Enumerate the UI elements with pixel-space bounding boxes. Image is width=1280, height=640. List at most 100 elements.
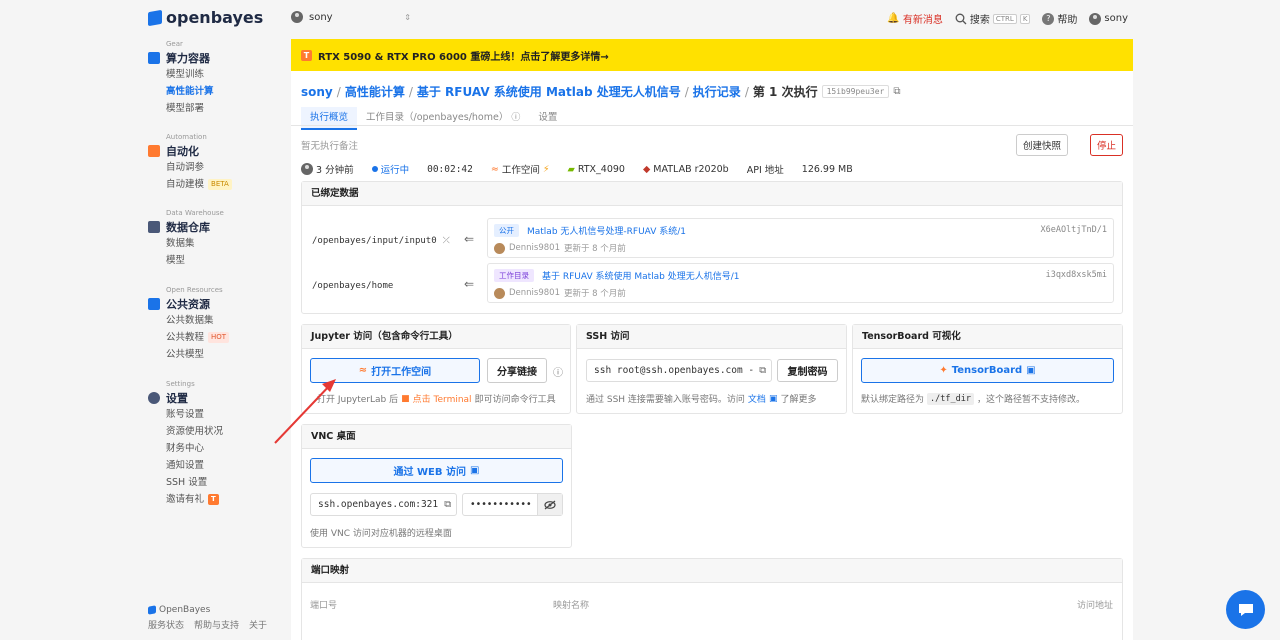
col-mapping-name: 映射名称 bbox=[553, 601, 590, 611]
tab-workdir[interactable]: 工作目录（/openbayes/home） ⓘ bbox=[357, 107, 529, 130]
container-icon bbox=[148, 52, 160, 64]
footer-link-help[interactable]: 帮助与支持 bbox=[194, 618, 239, 631]
jupyter-hint: 打开 JupyterLab 后 ■ 点击 Terminal 即可访问命令行工具 bbox=[317, 392, 556, 406]
docs-link[interactable]: 文档 bbox=[748, 392, 766, 405]
brand-name: openbayes bbox=[166, 8, 264, 27]
info-icon[interactable]: ⓘ bbox=[553, 364, 563, 379]
nav-eyebrow: Gear bbox=[166, 40, 183, 48]
workdir-link[interactable]: 基于 RFUAV 系统使用 Matlab 处理无人机信号/1 bbox=[542, 269, 740, 282]
nav-head-settings[interactable]: 设置 bbox=[148, 390, 223, 406]
sidebar-item-public-datasets[interactable]: 公共数据集 bbox=[166, 312, 229, 329]
crumb-project[interactable]: 基于 RFUAV 系统使用 Matlab 处理无人机信号 bbox=[417, 83, 681, 100]
status-row: 3 分钟前 运行中 00:02:42 ≈ 工作空间 ⚡ ▰ RTX_4090 ◆ MAT… bbox=[301, 162, 853, 176]
tensorboard-button[interactable]: ✦ TensorBoard ▣ bbox=[861, 358, 1114, 383]
sidebar-item-usage[interactable]: 资源使用状况 bbox=[166, 423, 223, 440]
sidebar-item-account[interactable]: 账号设置 bbox=[166, 406, 223, 423]
copy-icon[interactable]: ⧉ bbox=[444, 499, 451, 510]
crumb-user[interactable]: sony bbox=[301, 85, 333, 99]
stop-button[interactable]: 停止 bbox=[1089, 134, 1123, 156]
external-link-icon: ▣ bbox=[1026, 365, 1036, 376]
sidebar-item-datasets[interactable]: 数据集 bbox=[166, 235, 224, 252]
crumb-runs[interactable]: 执行记录 bbox=[693, 83, 741, 100]
database-icon bbox=[148, 221, 160, 233]
eye-off-icon[interactable] bbox=[537, 494, 562, 515]
terminal-link[interactable]: 点击 Terminal bbox=[413, 392, 472, 405]
nav-head-compute[interactable]: 算力容器 bbox=[148, 50, 214, 66]
vnc-address-field[interactable]: ssh.openbayes.com:321 ⧉ bbox=[310, 493, 457, 516]
vnc-web-button[interactable]: 通过 WEB 访问 ▣ bbox=[310, 458, 563, 483]
footer-link-about[interactable]: 关于 bbox=[249, 618, 267, 631]
avatar bbox=[291, 11, 303, 23]
search-button[interactable]: 搜索 CTRL K bbox=[955, 11, 1031, 26]
nav-head-public[interactable]: 公共资源 bbox=[148, 296, 229, 312]
copy-password-button[interactable]: 复制密码 bbox=[777, 359, 838, 382]
nav-eyebrow: Settings bbox=[166, 380, 195, 388]
crumb-hpc[interactable]: 高性能计算 bbox=[345, 83, 405, 100]
footer-link-status[interactable]: 服务状态 bbox=[148, 618, 184, 631]
sidebar-item-public-models[interactable]: 公共模型 bbox=[166, 346, 229, 363]
status-api[interactable]: API 地址 bbox=[747, 162, 784, 176]
workdir-badge: 工作目录 bbox=[494, 269, 534, 282]
avatar bbox=[301, 163, 313, 175]
gpu-icon: ▰ bbox=[567, 163, 575, 175]
notification-link[interactable]: 🔔 有新消息 bbox=[887, 11, 942, 26]
sidebar-item-finance[interactable]: 财务中心 bbox=[166, 440, 223, 457]
sidebar-item-notifications[interactable]: 通知设置 bbox=[166, 457, 223, 474]
sidebar-item-autotune[interactable]: 自动调参 bbox=[166, 159, 232, 176]
unlink-icon[interactable]: ⤫ bbox=[443, 236, 450, 246]
openbayes-small-icon bbox=[148, 605, 156, 615]
run-note[interactable]: 暂无执行备注 bbox=[301, 138, 358, 152]
sidebar-item-model-deploy[interactable]: 模型部署 bbox=[166, 100, 214, 117]
nav-eyebrow: Open Resources bbox=[166, 286, 223, 294]
openbayes-logo-icon bbox=[148, 9, 162, 26]
tensorflow-icon: ✦ bbox=[939, 365, 948, 376]
nav-head-data[interactable]: 数据仓库 bbox=[148, 219, 224, 235]
status-workspace[interactable]: ≈ 工作空间 ⚡ bbox=[491, 162, 550, 177]
create-snapshot-button[interactable]: 创建快照 bbox=[1015, 134, 1068, 156]
bell-icon: 🔔 bbox=[887, 13, 900, 24]
sidebar-item-public-tutorials[interactable]: 公共教程 HOT bbox=[166, 329, 230, 346]
tab-overview[interactable]: 执行概览 bbox=[301, 107, 358, 130]
status-gpu: ▰ RTX_4090 bbox=[567, 163, 625, 175]
chat-button[interactable] bbox=[1226, 590, 1265, 629]
card-title: 已绑定数据 bbox=[302, 182, 1122, 206]
col-port: 端口号 bbox=[310, 601, 338, 611]
bound-workdir-item[interactable]: 工作目录 基于 RFUAV 系统使用 Matlab 处理无人机信号/1 Denni… bbox=[487, 263, 1114, 303]
sidebar-item-model-training[interactable]: 模型训练 bbox=[166, 66, 214, 83]
status-duration: 00:02:42 bbox=[427, 163, 473, 175]
footer-brand: OpenBayes bbox=[148, 605, 267, 615]
status-memory: 126.99 MB bbox=[801, 163, 853, 175]
sidebar-item-invite[interactable]: 邀请有礼 T bbox=[166, 491, 223, 508]
bound-dataset-item[interactable]: 公开 Matlab 无人机信号处理-RFUAV 系统/1 Dennis9801 更新… bbox=[487, 218, 1114, 258]
ssh-command-field[interactable]: ssh root@ssh.openbayes.com - ⧉ bbox=[586, 359, 772, 382]
banner-text: RTX 5090 & RTX PRO 6000 重磅上线！点击了解更多详情→ bbox=[318, 51, 609, 63]
mount-path: /openbayes/home bbox=[312, 281, 394, 291]
tab-settings[interactable]: 设置 bbox=[529, 107, 566, 130]
external-link-icon: ▣ bbox=[768, 393, 778, 404]
share-link-button[interactable]: 分享链接 bbox=[487, 358, 547, 383]
annotation-arrow-icon bbox=[274, 379, 336, 444]
hot-badge: HOT bbox=[208, 332, 230, 343]
copy-icon[interactable]: ⧉ bbox=[893, 86, 900, 97]
help-button[interactable]: ? 帮助 bbox=[1042, 11, 1077, 26]
logo[interactable]: openbayes bbox=[148, 8, 263, 27]
card-title: VNC 桌面 bbox=[302, 425, 571, 449]
sidebar-item-automl[interactable]: 自动建模 BETA bbox=[166, 176, 232, 193]
account-switcher[interactable]: sony ⇕ bbox=[291, 11, 411, 23]
sidebar-item-ssh[interactable]: SSH 设置 bbox=[166, 474, 223, 491]
card-title: TensorBoard 可视化 bbox=[853, 325, 1122, 349]
tab-divider bbox=[291, 125, 1133, 126]
sidebar: openbayes Gear 算力容器 模型训练 高性能计算 模型部署 Auto… bbox=[0, 0, 290, 640]
nav-head-automation[interactable]: 自动化 bbox=[148, 143, 232, 159]
promo-banner[interactable]: T RTX 5090 & RTX PRO 6000 重磅上线！点击了解更多详情→ bbox=[291, 39, 1133, 71]
sidebar-item-models[interactable]: 模型 bbox=[166, 252, 224, 269]
public-badge: 公开 bbox=[494, 224, 519, 237]
workdir-id: i3qxd8xsk5mi bbox=[1045, 270, 1107, 280]
dataset-link[interactable]: Matlab 无人机信号处理-RFUAV 系统/1 bbox=[527, 224, 686, 237]
nav-eyebrow: Data Warehouse bbox=[166, 209, 224, 217]
nav-section-data: Data Warehouse 数据仓库 数据集 模型 bbox=[148, 209, 224, 269]
sidebar-item-hpc[interactable]: 高性能计算 bbox=[166, 83, 214, 100]
copy-icon[interactable]: ⧉ bbox=[759, 365, 766, 376]
user-menu[interactable]: sony bbox=[1089, 12, 1128, 25]
nav-section-public: Open Resources 公共资源 公共数据集 公共教程 HOT 公共模型 bbox=[148, 286, 230, 363]
